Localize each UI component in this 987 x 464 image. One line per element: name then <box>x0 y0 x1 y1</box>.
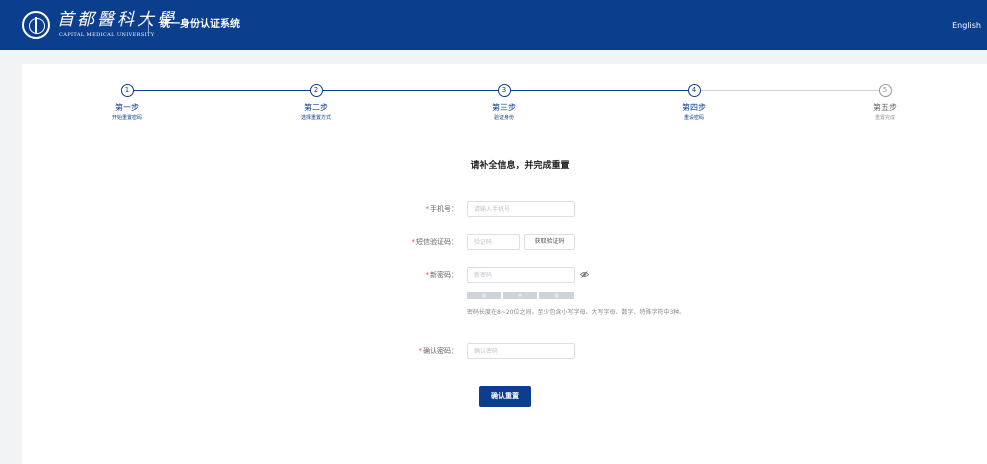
step-number: 2 <box>309 84 323 97</box>
step-number: 4 <box>687 84 701 97</box>
confirm-reset-button[interactable]: 确认重置 <box>479 386 531 407</box>
eye-off-icon[interactable] <box>580 271 589 278</box>
get-sms-code-button[interactable]: 获取验证码 <box>524 234 575 250</box>
step-description: 重设密码 <box>683 115 704 121</box>
step-description: 验证身份 <box>493 115 514 121</box>
form-heading: 请补全信息，并完成重置 <box>470 161 570 171</box>
step-2: 2 第二步 选择重置方式 <box>256 84 376 121</box>
university-emblem-icon <box>22 11 50 39</box>
step-description: 选择重置方式 <box>300 115 331 121</box>
confirm-password-input[interactable] <box>467 343 575 359</box>
confirm-password-label: *确认密码： <box>418 347 459 355</box>
university-name-en: CAPITAL MEDICAL UNIVERSITY <box>59 32 155 38</box>
new-password-label: *新密码： <box>425 271 459 279</box>
sms-code-label: *短信验证码： <box>411 238 459 246</box>
header-divider <box>148 17 149 34</box>
phone-input[interactable] <box>467 201 575 217</box>
required-mark: * <box>425 205 430 213</box>
progress-line-completed <box>127 90 695 91</box>
step-title: 第五步 <box>873 103 897 112</box>
language-switch-link[interactable]: English <box>952 21 981 31</box>
step-3: 3 第三步 验证身份 <box>444 84 564 121</box>
step-title: 第二步 <box>304 103 328 112</box>
top-header: 首都醫科大學 CAPITAL MEDICAL UNIVERSITY 统一身份认证… <box>0 0 987 50</box>
step-number: 5 <box>878 84 892 97</box>
required-mark: * <box>418 347 423 355</box>
step-title: 第三步 <box>492 103 516 112</box>
sms-code-input[interactable] <box>467 234 520 250</box>
required-mark: * <box>425 271 430 279</box>
phone-label: *手机号： <box>425 205 459 213</box>
step-5: 5 第五步 重置完成 <box>825 84 945 121</box>
new-password-input[interactable] <box>467 267 575 283</box>
password-rule-hint: 密码长度在8~20位之间，至少包含小写字母、大写字母、数字、特殊字符中3种。 <box>467 309 686 316</box>
strength-bar-strong: 强 <box>539 292 574 299</box>
step-number: 1 <box>120 84 134 97</box>
step-description: 重置完成 <box>874 115 895 121</box>
strength-bar-weak: 弱 <box>467 292 501 299</box>
step-title: 第一步 <box>115 103 139 112</box>
step-title: 第四步 <box>682 103 706 112</box>
step-4: 4 第四步 重设密码 <box>634 84 754 121</box>
university-name-cn: 首都醫科大學 <box>57 10 177 30</box>
system-title: 统一身份认证系统 <box>160 19 240 30</box>
step-1: 1 第一步 开始重置密码 <box>67 84 187 121</box>
step-description: 开始重置密码 <box>111 115 142 121</box>
step-number: 3 <box>497 84 511 97</box>
required-mark: * <box>411 238 416 246</box>
strength-bar-medium: 中 <box>503 292 537 299</box>
